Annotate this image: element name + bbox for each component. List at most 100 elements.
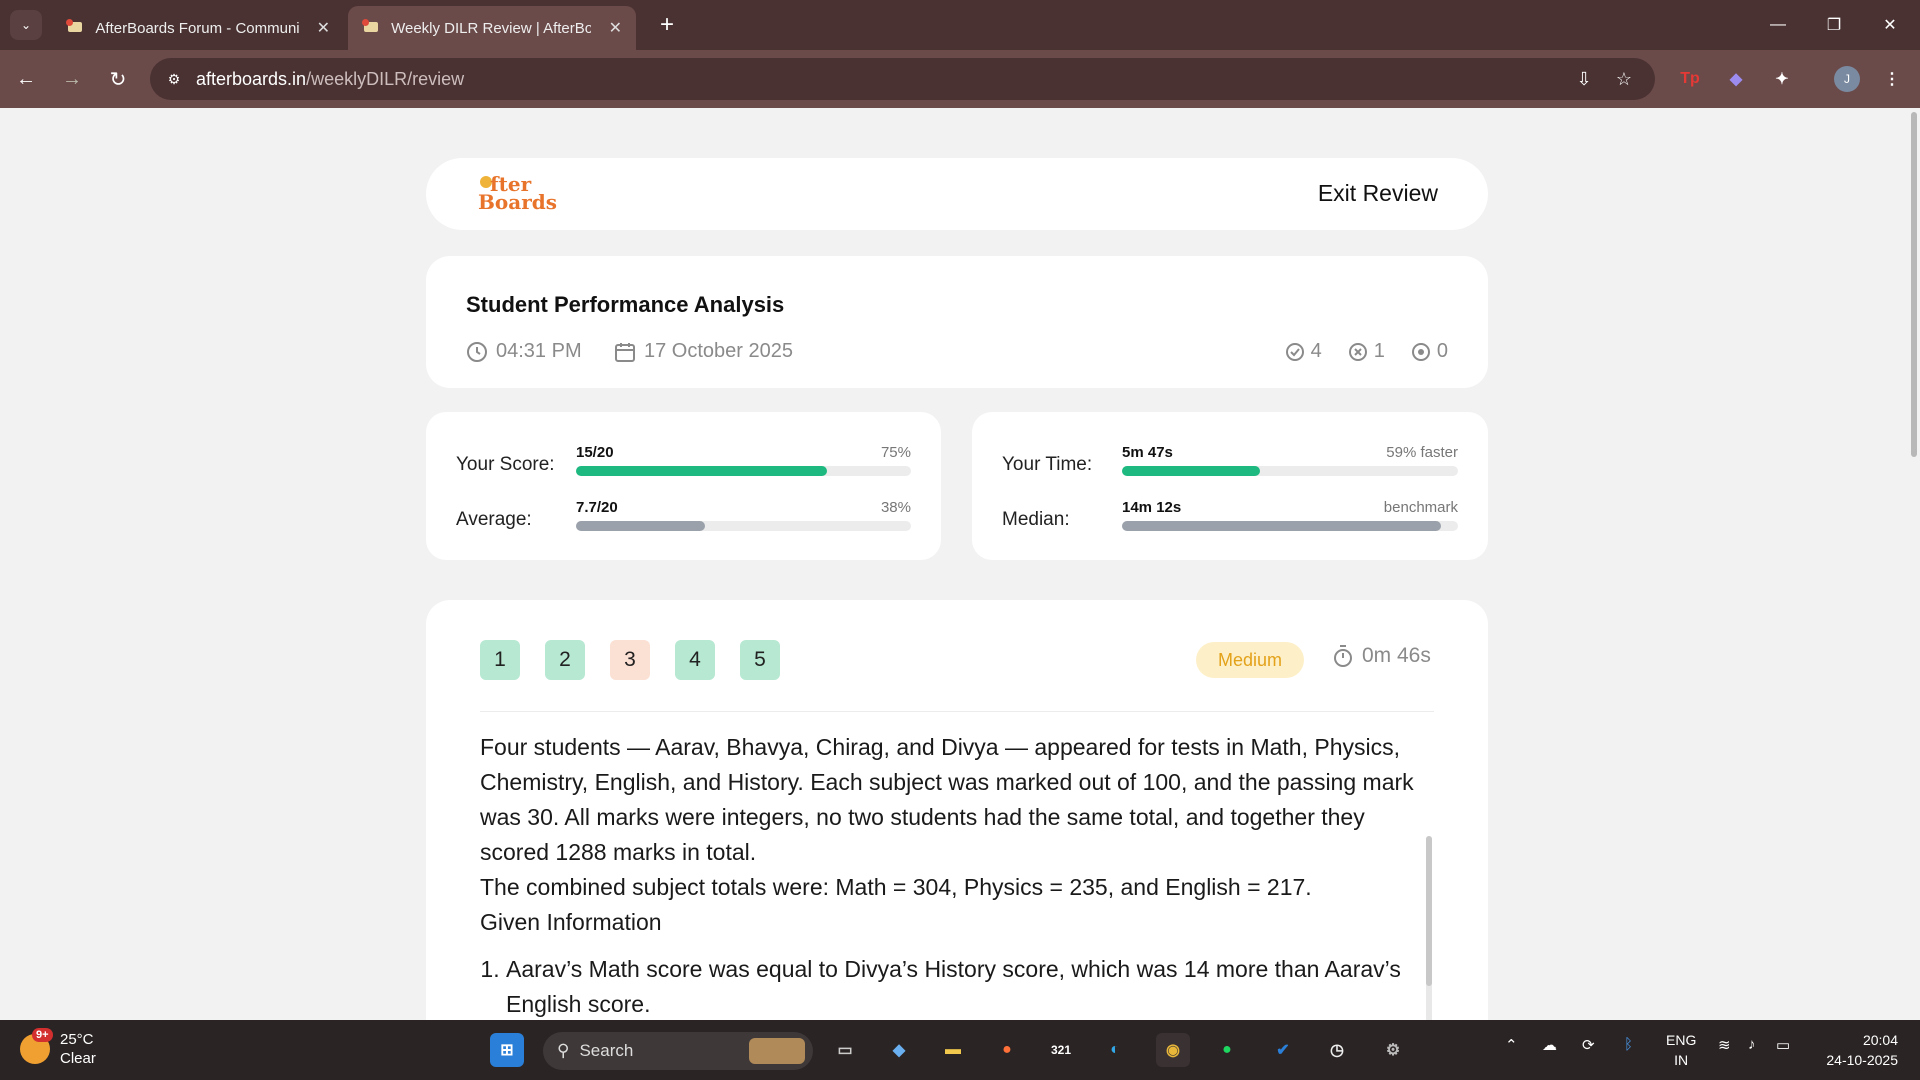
reload-button[interactable]: ↻ xyxy=(102,63,134,95)
wifi-icon[interactable]: ≋ xyxy=(1718,1036,1731,1054)
weather-sun-icon: 9+ xyxy=(20,1028,53,1064)
question-button-2[interactable]: 2 xyxy=(545,640,585,680)
afterboards-favicon-icon xyxy=(362,19,379,37)
your-score-row: Your Score: 15/20 75% xyxy=(456,444,911,476)
your-time-row: Your Time: 5m 47s 59% faster xyxy=(1002,444,1458,476)
clock-icon xyxy=(467,341,487,362)
attempt-date: 17 October 2025 xyxy=(614,340,793,363)
volume-icon[interactable]: ♪ xyxy=(1748,1036,1756,1053)
back-button[interactable]: ← xyxy=(10,63,42,95)
onedrive-icon[interactable]: ☁ xyxy=(1542,1036,1557,1054)
passage-scrollbar[interactable] xyxy=(1426,836,1432,1020)
profile-avatar[interactable]: J xyxy=(1834,66,1860,92)
task-view-icon[interactable]: ▭ xyxy=(828,1033,862,1067)
attempt-time: 04:31 PM xyxy=(466,340,582,363)
divider xyxy=(480,711,1434,712)
search-icon: ⚲ xyxy=(557,1041,570,1060)
firefox-icon[interactable]: ● xyxy=(990,1033,1024,1067)
browser-toolbar: ← → ↻ ⚙ afterboards.in/weeklyDILR/review… xyxy=(0,50,1920,108)
new-tab-button[interactable]: + xyxy=(652,10,682,40)
extensions-puzzle-icon[interactable]: ✦ xyxy=(1766,63,1798,95)
question-button-1[interactable]: 1 xyxy=(480,640,520,680)
close-icon[interactable]: ✕ xyxy=(609,18,622,38)
spotify-icon[interactable]: ● xyxy=(1210,1033,1244,1067)
question-button-4[interactable]: 4 xyxy=(675,640,715,680)
difficulty-badge: Medium xyxy=(1196,642,1304,678)
extension-game-icon[interactable]: ◆ xyxy=(1720,63,1752,95)
wrong-count: 1 xyxy=(1348,340,1385,363)
skipped-count: 0 xyxy=(1411,340,1448,363)
extension-tp-icon[interactable]: Tp xyxy=(1674,63,1706,95)
tab-title: AfterBoards Forum - Community xyxy=(95,19,299,37)
url-text[interactable]: afterboards.in/weeklyDILR/review xyxy=(196,69,464,90)
time-bar xyxy=(1122,466,1458,476)
correct-count: 4 xyxy=(1285,340,1322,363)
close-icon[interactable]: ✕ xyxy=(317,18,330,38)
sync-icon[interactable]: ⟳ xyxy=(1582,1036,1595,1054)
question-navigator: 1 2 3 4 5 xyxy=(480,640,805,680)
forward-button[interactable]: → xyxy=(56,63,88,95)
close-window-button[interactable]: ✕ xyxy=(1870,10,1910,40)
site-header: fter Boards Exit Review xyxy=(426,158,1488,230)
address-bar[interactable]: ⚙ afterboards.in/weeklyDILR/review ⇩ ☆ xyxy=(150,58,1655,100)
score-card: Your Score: 15/20 75% Average: 7.7/20 38… xyxy=(426,412,941,560)
search-highlight-image xyxy=(749,1038,805,1064)
afterboards-favicon-icon xyxy=(66,19,83,37)
average-score-row: Average: 7.7/20 38% xyxy=(456,499,911,531)
battery-icon[interactable]: ▭ xyxy=(1776,1036,1790,1054)
taskbar-search[interactable]: ⚲ Search xyxy=(543,1032,813,1070)
afterboards-logo[interactable]: fter Boards xyxy=(478,172,568,216)
windows-start-icon[interactable]: ⊞ xyxy=(490,1033,524,1067)
language-indicator[interactable]: ENG IN xyxy=(1666,1030,1696,1070)
time-card: Your Time: 5m 47s 59% faster Median: 14m… xyxy=(972,412,1488,560)
analysis-card: Student Performance Analysis 04:31 PM 17… xyxy=(426,256,1488,388)
bookmark-star-icon[interactable]: ☆ xyxy=(1610,66,1638,92)
settings-icon[interactable]: ⚙ xyxy=(1376,1033,1410,1067)
weather-widget[interactable]: 9+ 25°C Clear xyxy=(20,1028,96,1068)
taskbar: 9+ 25°C Clear ⊞ ⚲ Search ▭ ◆ ▬ ● 321 ◐ ◉ … xyxy=(0,1020,1920,1080)
browser-menu-icon[interactable]: ⋮ xyxy=(1876,63,1908,95)
question-time: 0m 46s xyxy=(1332,644,1431,668)
calendar-icon xyxy=(615,342,635,362)
given-info-heading: Given Information xyxy=(480,909,662,935)
answer-counts: 4 1 0 xyxy=(1259,340,1448,363)
check-circle-icon xyxy=(1285,342,1304,361)
x-circle-icon xyxy=(1348,342,1367,361)
question-button-5[interactable]: 5 xyxy=(740,640,780,680)
exit-review-button[interactable]: Exit Review xyxy=(1318,180,1438,207)
restore-button[interactable]: ❐ xyxy=(1814,10,1854,40)
install-app-icon[interactable]: ⇩ xyxy=(1570,66,1598,92)
file-explorer-icon[interactable]: ▬ xyxy=(936,1033,970,1067)
site-info-icon[interactable]: ⚙ xyxy=(162,67,186,91)
show-hidden-icons[interactable]: ⌃ xyxy=(1505,1036,1518,1054)
median-time-row: Median: 14m 12s benchmark xyxy=(1002,499,1458,531)
tab-title: Weekly DILR Review | AfterBoards xyxy=(391,19,591,37)
bluetooth-icon[interactable]: ᛒ xyxy=(1624,1036,1633,1053)
passage-paragraph: Four students — Aarav, Bhavya, Chirag, a… xyxy=(480,734,1414,865)
question-button-3[interactable]: 3 xyxy=(610,640,650,680)
dot-circle-icon xyxy=(1411,342,1430,361)
scroll-thumb[interactable] xyxy=(1911,112,1917,457)
given-info-list: Aarav’s Math score was equal to Divya’s … xyxy=(480,952,1420,1020)
chrome-icon[interactable]: ◉ xyxy=(1156,1033,1190,1067)
list-item: Aarav’s Math score was equal to Divya’s … xyxy=(506,952,1420,1020)
median-bar xyxy=(1122,521,1458,531)
todo-icon[interactable]: ✔ xyxy=(1266,1033,1300,1067)
system-clock[interactable]: 20:04 24-10-2025 xyxy=(1818,1030,1898,1070)
question-card: 1 2 3 4 5 Medium 0m 46s Four students — … xyxy=(426,600,1488,1020)
copilot-icon[interactable]: ◆ xyxy=(882,1033,916,1067)
minimize-button[interactable]: — xyxy=(1758,10,1798,40)
tab-afterboards-forum[interactable]: AfterBoards Forum - Community ✕ xyxy=(52,6,344,50)
scroll-thumb[interactable] xyxy=(1426,836,1432,986)
tab-weekly-dilr-review[interactable]: Weekly DILR Review | AfterBoards ✕ xyxy=(348,6,636,50)
stopwatch-icon xyxy=(1334,645,1352,667)
score-bar xyxy=(576,466,911,476)
calendar-app-icon[interactable]: 321 xyxy=(1044,1033,1078,1067)
edge-icon[interactable]: ◐ xyxy=(1098,1033,1132,1067)
average-bar xyxy=(576,521,911,531)
passage-paragraph: The combined subject totals were: Math =… xyxy=(480,874,1312,900)
clock-app-icon[interactable]: ◷ xyxy=(1320,1033,1354,1067)
question-passage: Four students — Aarav, Bhavya, Chirag, a… xyxy=(480,730,1420,1020)
tab-search-button[interactable]: ⌄ xyxy=(10,10,42,40)
page-scrollbar[interactable] xyxy=(1908,108,1920,1020)
